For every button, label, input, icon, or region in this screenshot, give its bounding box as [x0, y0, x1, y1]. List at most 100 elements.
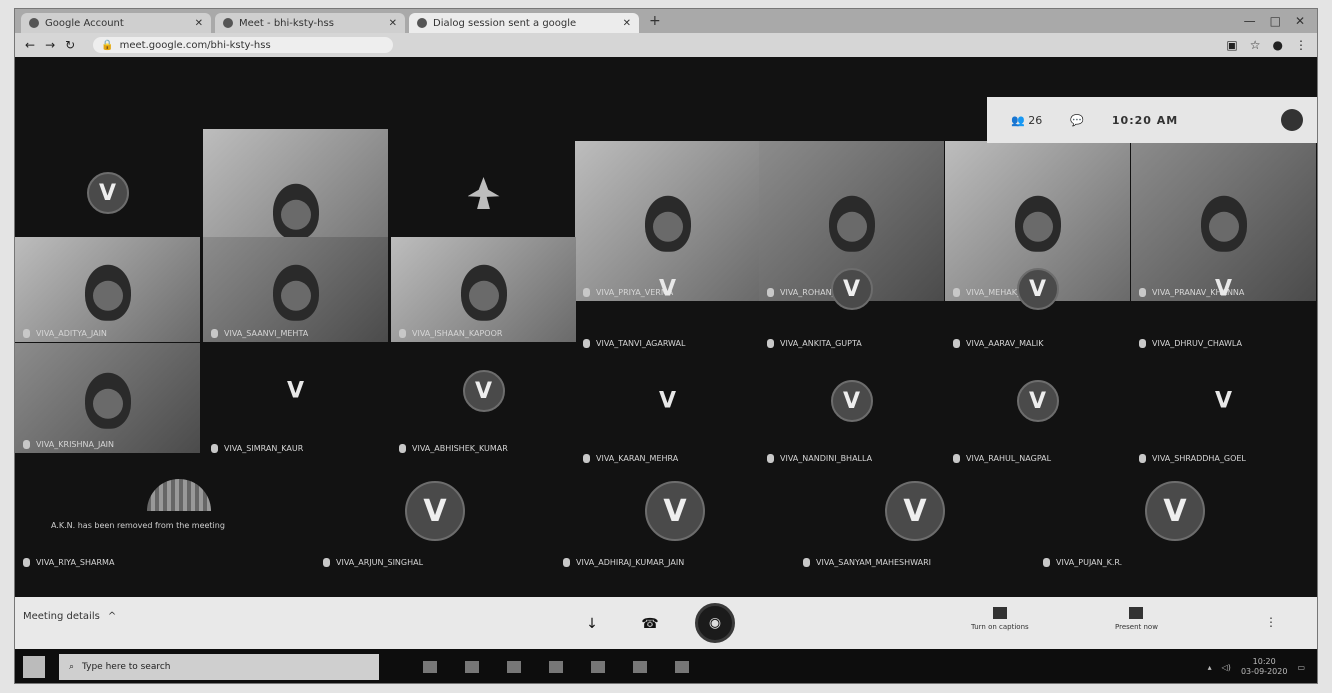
- chat-button[interactable]: 💬: [1070, 114, 1084, 127]
- participant-name: VIVA_SANYAM_MAHESHWARI: [803, 558, 931, 567]
- participant-tile[interactable]: V VIVA_PUJAN_K.R.: [1035, 471, 1315, 571]
- participant-name: VIVA_NANDINI_BHALLA: [767, 454, 872, 463]
- close-tab-icon[interactable]: ✕: [623, 18, 631, 29]
- mic-toggle-button[interactable]: ↓: [575, 607, 609, 641]
- participant-tile[interactable]: V VIVA_AARAV_MALIK: [945, 247, 1130, 352]
- bookmark-star-icon[interactable]: ☆: [1250, 38, 1261, 52]
- address-bar[interactable]: 🔒 meet.google.com/bhi-ksty-hss: [93, 37, 394, 53]
- participant-name: VIVA_ISHAAN_KAPOOR: [399, 329, 502, 338]
- participant-tile[interactable]: V VIVA_ADHIRAJ_KUMAR_JAIN: [555, 471, 795, 571]
- participant-name: VIVA_SAANVI_MEHTA: [211, 329, 308, 338]
- app-icon[interactable]: [675, 661, 689, 673]
- participant-tile[interactable]: VIVA_KRISHNA_JAIN: [15, 343, 200, 453]
- windows-start-icon[interactable]: [23, 656, 45, 678]
- people-button[interactable]: 👥 26: [1011, 114, 1042, 127]
- forward-icon[interactable]: →: [45, 38, 55, 52]
- participant-video: [1200, 195, 1247, 252]
- school-logo-icon: V: [645, 481, 705, 541]
- participant-name-label: VIVA_ISHAAN_KAPOOR: [412, 329, 503, 338]
- participant-tile[interactable]: VIVA_SAANVI_MEHTA: [203, 237, 388, 342]
- browser-tab[interactable]: Meet - bhi-ksty-hss ✕: [215, 13, 405, 33]
- participant-tile[interactable]: V VIVA_DHRUV_CHAWLA: [1131, 247, 1316, 352]
- meeting-info-bar: 👥 26 💬 10:20 AM: [987, 97, 1317, 143]
- mail-icon[interactable]: [549, 661, 563, 673]
- mic-muted-icon: [953, 454, 960, 463]
- mic-muted-icon: [23, 329, 30, 338]
- participant-name: VIVA_ARJUN_SINGHAL: [323, 558, 423, 567]
- present-now-button[interactable]: Present now: [1115, 607, 1158, 631]
- profile-icon[interactable]: ●: [1273, 38, 1283, 52]
- emblem-icon: [467, 177, 500, 209]
- meet-grid: VVIVA_KAVYA_SHARMAVIVA_ANANYA_BANSALVIVA…: [15, 57, 1317, 597]
- volume-icon[interactable]: ◁): [1222, 663, 1231, 672]
- participant-tile[interactable]: V VIVA_TANVI_AGARWAL: [575, 247, 760, 352]
- participant-tile[interactable]: VIVA_ISHAAN_KAPOOR: [391, 237, 576, 342]
- browser-menu-icon[interactable]: ⋮: [1295, 38, 1307, 52]
- camera-permission-icon[interactable]: ▣: [1226, 38, 1237, 52]
- captions-icon: [992, 607, 1007, 619]
- participant-tile[interactable]: V VIVA_ABHISHEK_KUMAR: [391, 347, 576, 457]
- taskbar-clock[interactable]: 10:20 03-09-2020: [1241, 657, 1288, 677]
- meeting-details-button[interactable]: Meeting details ^: [23, 611, 116, 622]
- participant-name-label: VIVA_ADHIRAJ_KUMAR_JAIN: [576, 558, 685, 567]
- participant-tile[interactable]: V VIVA_SHRADDHA_GOEL: [1131, 357, 1316, 467]
- mic-muted-icon: [583, 454, 590, 463]
- chrome-icon[interactable]: [633, 661, 647, 673]
- participant-name: VIVA_AARAV_MALIK: [953, 339, 1044, 348]
- participant-tile[interactable]: V VIVA_NANDINI_BHALLA: [759, 357, 944, 467]
- more-options-icon[interactable]: ⋮: [1265, 615, 1277, 629]
- people-icon: 👥: [1011, 113, 1025, 127]
- participant-tile[interactable]: V VIVA_RAHUL_NAGPAL: [945, 357, 1130, 467]
- network-icon[interactable]: ▴: [1208, 663, 1212, 672]
- taskbar-search[interactable]: ⌕ Type here to search: [59, 654, 379, 680]
- new-tab-button[interactable]: +: [643, 13, 667, 29]
- back-icon[interactable]: ←: [25, 38, 35, 52]
- file-explorer-icon[interactable]: [465, 661, 479, 673]
- school-logo-icon: V: [885, 481, 945, 541]
- participant-name-label: VIVA_SANYAM_MAHESHWARI: [816, 558, 931, 567]
- reload-icon[interactable]: ↻: [65, 38, 75, 52]
- browser-app-icon[interactable]: [591, 661, 605, 673]
- toolbar-actions: ▣ ☆ ● ⋮: [1226, 38, 1307, 52]
- maximize-button[interactable]: □: [1270, 14, 1281, 28]
- participant-video: [828, 195, 875, 252]
- participant-name-label: VIVA_ABHISHEK_KUMAR: [412, 444, 508, 453]
- participant-tile[interactable]: V VIVA_SIMRAN_KAUR: [203, 347, 388, 457]
- browser-tab-active[interactable]: Dialog session sent a google ✕: [409, 13, 639, 33]
- google-icon: [29, 18, 39, 28]
- system-tray: ▴ ◁) 10:20 03-09-2020 ▭: [1208, 657, 1317, 677]
- task-view-icon[interactable]: [423, 661, 437, 673]
- minimize-button[interactable]: —: [1244, 14, 1256, 28]
- browser-tab[interactable]: Google Account ✕: [21, 13, 211, 33]
- participant-tile[interactable]: V VIVA_ARJUN_SINGHAL: [315, 471, 555, 571]
- participant-name: VIVA_ANKITA_GUPTA: [767, 339, 862, 348]
- participant-name-label: VIVA_KARAN_MEHRA: [596, 454, 679, 463]
- camera-toggle-button[interactable]: ◉: [695, 603, 735, 643]
- participant-tile[interactable]: V VIVA_ANKITA_GUPTA: [759, 247, 944, 352]
- close-window-button[interactable]: ✕: [1295, 14, 1305, 28]
- close-tab-icon[interactable]: ✕: [389, 18, 397, 29]
- participant-name: VIVA_PUJAN_K.R.: [1043, 558, 1122, 567]
- windows-taskbar: ⌕ Type here to search ▴ ◁) 10:20 03-09-2…: [15, 649, 1317, 683]
- participant-tile[interactable]: VIVA_ADITYA_JAIN: [15, 237, 200, 342]
- avatar-letter: V: [1214, 276, 1233, 302]
- participant-tile[interactable]: A.K.N. has been removed from the meeting…: [15, 471, 300, 571]
- leave-call-button[interactable]: ☎: [633, 607, 667, 641]
- participant-video: [1014, 195, 1061, 252]
- page-icon: [417, 18, 427, 28]
- participant-tile[interactable]: V VIVA_SANYAM_MAHESHWARI: [795, 471, 1035, 571]
- participant-name-label: VIVA_AARAV_MALIK: [966, 339, 1044, 348]
- school-logo-icon: V: [1145, 481, 1205, 541]
- lock-icon: 🔒: [101, 39, 114, 51]
- store-icon[interactable]: [507, 661, 521, 673]
- avatar[interactable]: [1281, 109, 1303, 131]
- participant-name-label: VIVA_KRISHNA_JAIN: [36, 440, 115, 449]
- captions-button[interactable]: Turn on captions: [971, 607, 1029, 631]
- participant-tile[interactable]: V VIVA_KARAN_MEHRA: [575, 357, 760, 467]
- participant-video: [84, 264, 131, 321]
- close-tab-icon[interactable]: ✕: [195, 18, 203, 29]
- participant-name-label: VIVA_SAANVI_MEHTA: [224, 329, 309, 338]
- participant-name: VIVA_RAHUL_NAGPAL: [953, 454, 1051, 463]
- removed-notice: A.K.N. has been removed from the meeting: [51, 521, 225, 530]
- notifications-icon[interactable]: ▭: [1297, 663, 1305, 672]
